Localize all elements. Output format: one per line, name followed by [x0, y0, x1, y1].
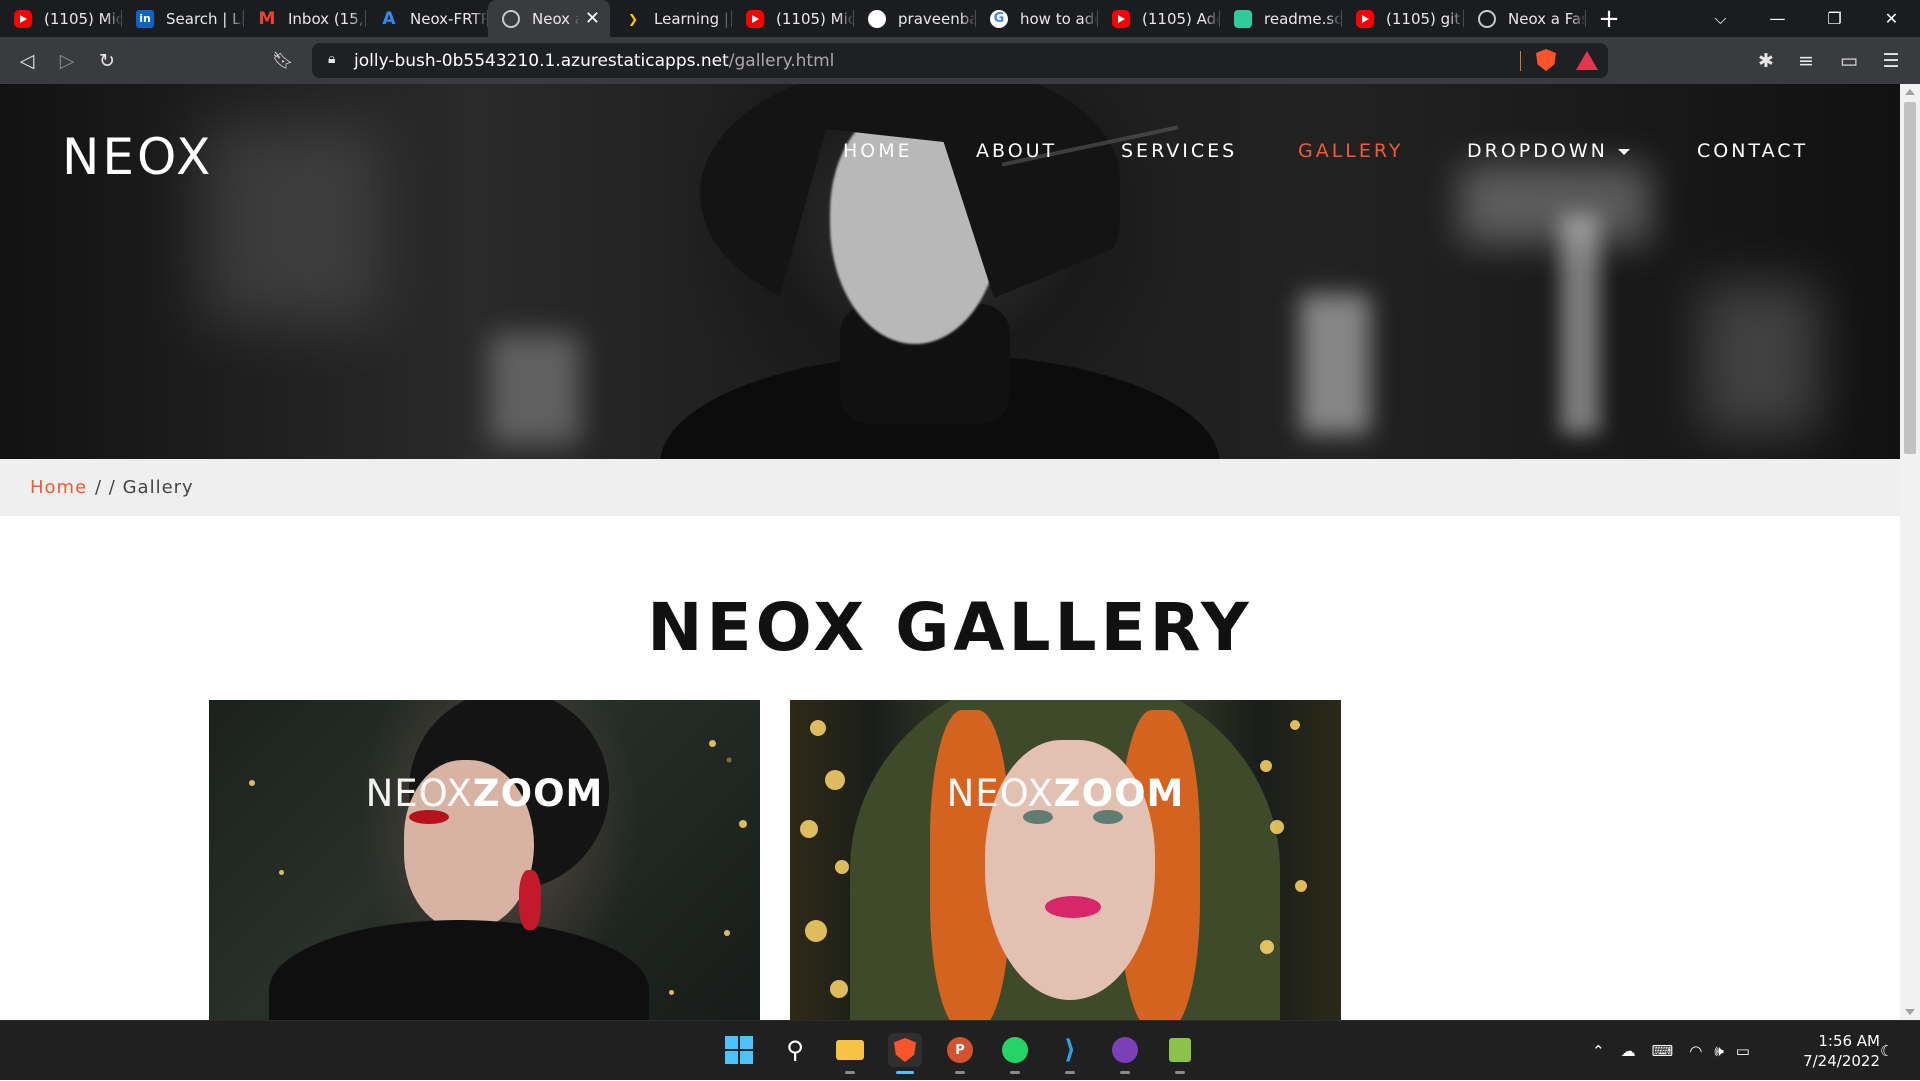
powerpoint-icon[interactable]: P — [943, 1033, 977, 1074]
reload-icon[interactable]: ↻ — [94, 48, 120, 74]
gallery-item[interactable]: NEOXZOOM — [790, 700, 1341, 1020]
azure-icon: A — [382, 8, 396, 29]
brave-icon[interactable] — [888, 1033, 922, 1074]
breadcrumb-current: Gallery — [122, 477, 194, 498]
restore-icon[interactable]: ❐ — [1806, 0, 1863, 37]
wallet-icon[interactable]: ▭ — [1836, 48, 1862, 74]
playlist-icon[interactable]: ≡ — [1793, 48, 1819, 74]
address-bar-divider — [1520, 51, 1521, 71]
browser-tab[interactable]: (1105) Micr — [0, 0, 122, 37]
taskbar-clock[interactable]: 1:56 AM 7/24/2022 — [1780, 1031, 1880, 1071]
browser-tab[interactable]: Ghow to add — [976, 0, 1098, 37]
gallery-heading: NEOX GALLERY — [647, 589, 1253, 666]
windows-start-icon[interactable] — [722, 1033, 756, 1067]
bookmark-icon[interactable]: 🔖︎ — [270, 48, 296, 74]
whatsapp-icon[interactable] — [998, 1033, 1032, 1074]
notification-icon[interactable]: ☾ — [1880, 1021, 1893, 1081]
clock-time: 1:56 AM — [1818, 1032, 1880, 1050]
breadcrumb-separator: / / — [95, 477, 116, 498]
clock-date: 7/24/2022 — [1803, 1052, 1880, 1070]
address-bar[interactable]: 🔒︎ jolly-bush-0b5543210.1.azurestaticapp… — [312, 43, 1608, 78]
browser-tab[interactable]: praveenbal — [854, 0, 976, 37]
url-text[interactable]: jolly-bush-0b5543210.1.azurestaticapps.n… — [354, 51, 834, 71]
readme-icon — [1234, 9, 1252, 28]
page-scrollbar[interactable] — [1900, 84, 1920, 1020]
vscode-icon[interactable]: ⟩ — [1053, 1033, 1087, 1074]
browser-toolbar: ◁ ▷ ↻ 🔖︎ 🔒︎ jolly-bush-0b5543210.1.azure… — [0, 37, 1920, 84]
breadcrumb: Home / / Gallery — [0, 459, 1900, 516]
browser-tab-strip: (1105) Micr inSearch | Lin MInbox (15,9 … — [0, 0, 1920, 37]
youtube-icon — [1356, 9, 1374, 28]
linkedin-icon: in — [136, 9, 154, 28]
browser-tab[interactable]: (1105) Micr — [732, 0, 854, 37]
wifi-icon[interactable]: ◠ — [1689, 1042, 1702, 1060]
forward-icon[interactable]: ▷ — [54, 48, 80, 74]
notepad-icon[interactable] — [1163, 1033, 1197, 1074]
nav-dropdown-label: DROPDOWN — [1467, 140, 1608, 162]
nav-dropdown[interactable]: DROPDOWN — [1467, 140, 1630, 162]
gallery-item-label: NEOXZOOM — [946, 772, 1185, 815]
browser-tab[interactable]: (1105) Add — [1098, 0, 1220, 37]
scroll-up-arrow-icon[interactable] — [1905, 89, 1915, 95]
extensions-icon[interactable]: ✱ — [1753, 48, 1779, 74]
breadcrumb-home-link[interactable]: Home — [30, 477, 87, 498]
youtube-icon — [14, 9, 32, 28]
keyboard-icon[interactable]: ⌨ — [1652, 1042, 1674, 1060]
page-viewport: NEOX HOME ABOUT SERVICES GALLERY DROPDOW… — [0, 84, 1900, 1020]
caret-down-icon — [1617, 148, 1630, 155]
globe-icon — [1478, 9, 1496, 28]
breadcrumb-trail: / / Gallery — [95, 477, 194, 498]
url-path: /gallery.html — [728, 51, 835, 71]
scroll-down-arrow-icon[interactable] — [1905, 1009, 1915, 1015]
youtube-icon — [746, 9, 764, 28]
minimize-icon[interactable]: — — [1749, 0, 1806, 37]
browser-tab[interactable]: Neox a Fas — [1464, 0, 1586, 37]
browser-tab-active[interactable]: Neox a ✕ — [488, 0, 610, 37]
gallery-item[interactable]: NEOXZOOM — [209, 700, 760, 1020]
brave-rewards-icon[interactable] — [1576, 51, 1598, 70]
gmail-icon: M — [258, 8, 276, 29]
github-desktop-icon[interactable] — [1108, 1033, 1142, 1074]
new-tab-button[interactable]: + — [1586, 0, 1632, 37]
browser-tab[interactable]: A Neox-FRTP — [366, 0, 488, 37]
browser-tab[interactable]: inSearch | Lin — [122, 0, 244, 37]
browser-tab[interactable]: readme.so — [1220, 0, 1342, 37]
google-icon: G — [990, 9, 1008, 28]
onedrive-cloud-icon[interactable]: ☁ — [1621, 1042, 1636, 1060]
show-hidden-icons-chevron-icon[interactable]: ⌃ — [1592, 1042, 1605, 1060]
back-icon[interactable]: ◁ — [14, 48, 40, 74]
brave-shields-icon[interactable] — [1536, 49, 1556, 71]
nav-about[interactable]: ABOUT — [976, 140, 1057, 162]
nav-services[interactable]: SERVICES — [1121, 140, 1237, 162]
close-window-icon[interactable]: ✕ — [1863, 0, 1920, 37]
windows-taskbar: ⚲ P ⟩ ⌃ ☁ ⌨ ◠ 🕪︎ ▭ 1:56 AM 7/24/2022 ☾ — [0, 1020, 1920, 1080]
menu-icon[interactable]: ☰ — [1878, 48, 1904, 74]
nav-home[interactable]: HOME — [843, 140, 913, 162]
search-icon[interactable]: ⚲ — [778, 1033, 812, 1067]
volume-icon[interactable]: 🕪︎ — [1714, 1042, 1723, 1060]
nav-contact[interactable]: CONTACT — [1697, 140, 1808, 162]
file-explorer-icon[interactable] — [833, 1033, 867, 1074]
window-controls: ⌵ — ❐ ✕ — [1692, 0, 1920, 37]
browser-tab[interactable]: (1105) git — [1342, 0, 1464, 37]
close-tab-icon[interactable]: ✕ — [585, 8, 600, 29]
lock-icon: 🔒︎ — [328, 51, 336, 67]
tab-search-chevron-icon[interactable]: ⌵ — [1692, 0, 1749, 37]
scrollbar-thumb[interactable] — [1904, 102, 1916, 454]
gallery-item-label: NEOXZOOM — [365, 772, 604, 815]
nav-gallery[interactable]: GALLERY — [1298, 140, 1404, 162]
browser-tab[interactable]: ❯Learning | F — [610, 0, 732, 37]
browser-tab[interactable]: M Inbox (15,9 — [244, 0, 366, 37]
globe-icon — [502, 9, 520, 28]
main-nav: HOME ABOUT SERVICES GALLERY DROPDOWN CON… — [0, 140, 1900, 170]
youtube-icon — [1112, 9, 1130, 28]
powershell-icon: ❯ — [627, 11, 639, 26]
url-host: jolly-bush-0b5543210.1.azurestaticapps.n… — [354, 51, 729, 71]
github-icon — [868, 9, 886, 28]
battery-icon[interactable]: ▭ — [1736, 1042, 1750, 1060]
system-tray: ⌃ ☁ ⌨ ◠ 🕪︎ ▭ — [1592, 1021, 1750, 1081]
